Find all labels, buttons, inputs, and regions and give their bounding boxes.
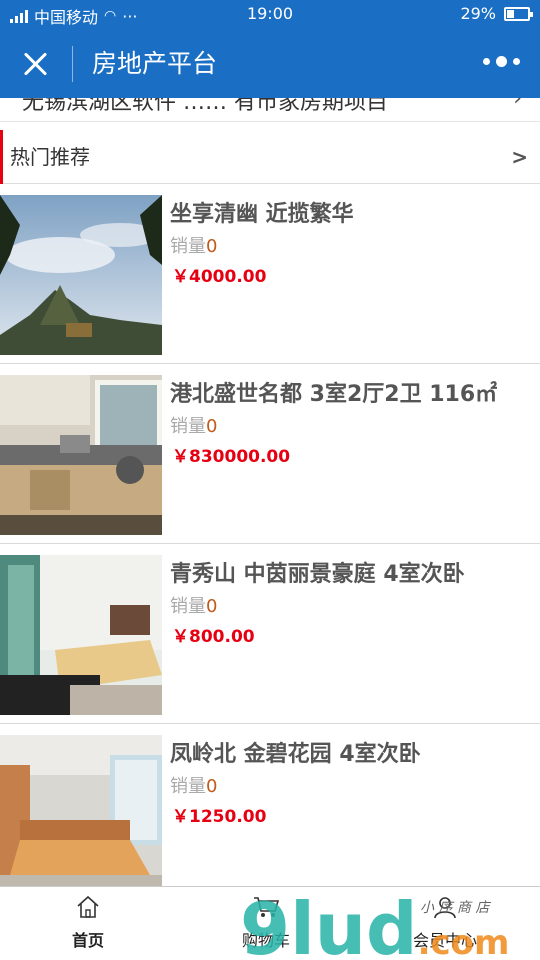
product-item[interactable]: 港北盛世名都 3室2厅2卫 116㎡ 销量0 ￥830000.00 xyxy=(0,364,540,544)
product-item[interactable]: 坐享清幽 近揽繁华 销量0 ￥4000.00 xyxy=(0,184,540,364)
more-menu-button[interactable] xyxy=(483,56,520,67)
tab-cart[interactable]: 购物车 xyxy=(206,895,326,951)
status-bar: 中国移动 ◠ ··· 19:00 29% xyxy=(0,0,540,30)
tab-home[interactable]: 首页 xyxy=(28,895,148,951)
menu-dot-icon xyxy=(496,56,507,67)
nav-bar: 房地产平台 xyxy=(0,30,540,98)
product-sales: 销量0 xyxy=(170,772,217,798)
battery-percent: 29% xyxy=(460,4,496,23)
product-image[interactable] xyxy=(0,195,162,355)
tab-cart-label: 购物车 xyxy=(241,931,290,950)
sales-count: 0 xyxy=(206,236,218,257)
product-sales: 销量0 xyxy=(170,412,217,438)
product-sales: 销量0 xyxy=(170,592,217,618)
section-more-arrow[interactable]: > xyxy=(511,142,528,172)
menu-dot-icon xyxy=(483,58,490,65)
bottom-tab-bar: 首页 购物车 会员中心 xyxy=(0,886,540,960)
product-name[interactable]: 凤岭北 金碧花园 4室次卧 xyxy=(170,736,421,768)
scrolled-row[interactable]: 无锡滨湖区软件 …… 有市家房期项目 › xyxy=(0,98,540,122)
sales-label: 销量 xyxy=(170,776,206,797)
menu-dot-icon xyxy=(513,58,520,65)
nav-divider xyxy=(72,46,73,82)
section-accent-bar xyxy=(0,130,3,184)
product-image[interactable] xyxy=(0,375,162,535)
product-price: ￥4000.00 xyxy=(172,267,267,287)
sales-label: 销量 xyxy=(170,416,206,437)
section-title: 热门推荐 xyxy=(10,145,90,169)
product-name[interactable]: 青秀山 中茵丽景豪庭 4室次卧 xyxy=(170,556,465,588)
sales-count: 0 xyxy=(206,416,218,437)
product-item[interactable]: 凤岭北 金碧花园 4室次卧 销量0 ￥1250.00 xyxy=(0,724,540,895)
product-price: ￥800.00 xyxy=(172,627,255,647)
product-image[interactable] xyxy=(0,735,162,895)
hot-recommend-header[interactable]: 热门推荐 > xyxy=(0,130,540,184)
product-name[interactable]: 坐享清幽 近揽繁华 xyxy=(170,196,354,228)
sales-count: 0 xyxy=(206,596,218,617)
battery-icon xyxy=(504,6,533,21)
cart-icon xyxy=(254,897,280,917)
top-header: 中国移动 ◠ ··· 19:00 29% 房地产平台 xyxy=(0,0,540,98)
scrolled-row-text: 无锡滨湖区软件 …… 有市家房期项目 xyxy=(22,98,388,115)
product-image[interactable] xyxy=(0,555,162,715)
sales-count: 0 xyxy=(206,776,218,797)
user-icon xyxy=(434,897,456,919)
status-right: 29% xyxy=(460,4,533,23)
status-time: 19:00 xyxy=(246,4,294,23)
close-button[interactable] xyxy=(18,46,54,82)
tab-member[interactable]: 会员中心 xyxy=(385,895,505,951)
product-item[interactable]: 青秀山 中茵丽景豪庭 4室次卧 销量0 ￥800.00 xyxy=(0,544,540,724)
sales-label: 销量 xyxy=(170,236,206,257)
product-sales: 销量0 xyxy=(170,232,217,258)
tab-member-label: 会员中心 xyxy=(412,931,477,950)
product-price: ￥1250.00 xyxy=(172,807,267,827)
product-name[interactable]: 港北盛世名都 3室2厅2卫 116㎡ xyxy=(170,376,497,408)
tab-home-label: 首页 xyxy=(71,931,104,950)
product-price: ￥830000.00 xyxy=(172,447,291,467)
sales-label: 销量 xyxy=(170,596,206,617)
chevron-right-icon: › xyxy=(513,98,522,111)
page-title: 房地产平台 xyxy=(92,49,218,78)
home-icon xyxy=(77,895,99,918)
